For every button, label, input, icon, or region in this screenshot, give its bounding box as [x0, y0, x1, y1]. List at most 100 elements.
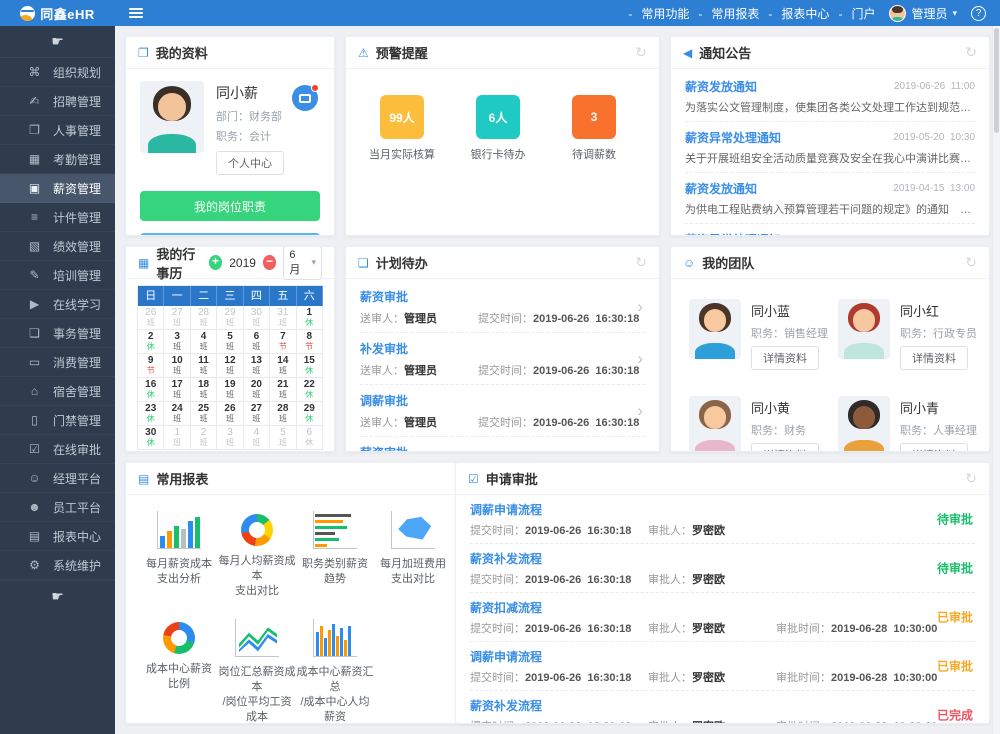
sidebar-item[interactable]: ▭ 消费管理 — [0, 348, 115, 377]
sidebar-item[interactable]: ▧ 绩效管理 — [0, 232, 115, 261]
report-shortcut[interactable]: 每月人均薪资成本 支出对比 — [218, 511, 296, 599]
refresh-icon[interactable]: ↻ — [965, 44, 977, 61]
personal-center-button[interactable]: 个人中心 — [216, 151, 284, 175]
notice-item[interactable]: 薪资异常处理通知 2019-02-21 11:00 要进一步加强供用电合同管理，… — [685, 224, 975, 235]
calendar-day-cell[interactable]: 23 休 — [138, 402, 164, 426]
alert-stat[interactable]: 99人 当月实际核算 — [366, 95, 438, 235]
member-detail-button[interactable]: 详情资料 — [751, 346, 819, 370]
calendar-day-cell[interactable]: 27 班 — [164, 306, 190, 330]
calendar-day-cell[interactable]: 30 班 — [244, 306, 270, 330]
refresh-icon[interactable]: ↻ — [635, 44, 647, 61]
calendar-day-cell[interactable]: 15 休 — [297, 354, 323, 378]
notice-title[interactable]: 薪资异常处理通知 — [685, 231, 781, 235]
calendar-day-cell[interactable]: 5 班 — [270, 426, 296, 450]
sidebar-item[interactable]: ⌘ 组织规划 — [0, 58, 115, 87]
calendar-day-cell[interactable]: 9 节 — [138, 354, 164, 378]
my-duty-button[interactable]: 我的岗位职责 — [140, 191, 320, 221]
report-shortcut[interactable]: 每月加班费用 支出对比 — [374, 511, 452, 599]
message-button[interactable] — [292, 85, 318, 111]
sidebar-item[interactable]: ✎ 培训管理 — [0, 261, 115, 290]
header-nav-link[interactable]: 门户 — [829, 5, 875, 22]
refresh-icon[interactable]: ↻ — [965, 470, 977, 487]
report-shortcut[interactable]: 职务类别薪资 趋势 — [296, 511, 374, 599]
calendar-day-cell[interactable]: 2 休 — [138, 330, 164, 354]
sidebar-item[interactable]: ▯ 门禁管理 — [0, 406, 115, 435]
calendar-day-cell[interactable]: 31 班 — [270, 306, 296, 330]
notice-item[interactable]: 薪资发放通知 2019-06-26 11:00 为落实公文管理制度，使集团各类公… — [685, 71, 975, 122]
sidebar-item[interactable]: ☻ 员工平台 — [0, 493, 115, 522]
report-shortcut[interactable]: 成本中心薪资汇总 /成本中心人均薪资 — [296, 619, 374, 723]
approval-title[interactable]: 调薪申请流程 — [470, 501, 975, 518]
sidebar-item[interactable]: ≡ 计件管理 — [0, 203, 115, 232]
approval-item[interactable]: 薪资扣减流程 提交时间：2019-06-26 16:30:18 审批人：罗密欧 … — [470, 593, 975, 642]
calendar-day-cell[interactable]: 28 班 — [191, 306, 217, 330]
notice-item[interactable]: 薪资异常处理通知 2019-05-20 10:30 关于开展班组安全活动质量竞赛… — [685, 122, 975, 173]
header-nav-link[interactable]: 报表中心 — [759, 5, 829, 22]
calendar-day-cell[interactable]: 3 班 — [217, 426, 243, 450]
report-shortcut[interactable]: 每月薪资成本 支出分析 — [140, 511, 218, 599]
sidebar-item[interactable]: ❐ 人事管理 — [0, 116, 115, 145]
calendar-day-cell[interactable]: 2 班 — [191, 426, 217, 450]
calendar-day-cell[interactable]: 12 班 — [217, 354, 243, 378]
calendar-day-cell[interactable]: 6 班 — [244, 330, 270, 354]
header-nav-link[interactable]: 常用功能 — [619, 5, 689, 22]
calendar-day-cell[interactable]: 14 班 — [270, 354, 296, 378]
calendar-day-cell[interactable]: 24 班 — [164, 402, 190, 426]
todo-title[interactable]: 薪资审批 — [360, 288, 645, 305]
chevron-right-icon[interactable]: › — [637, 401, 643, 421]
calendar-day-cell[interactable]: 11 班 — [191, 354, 217, 378]
calendar-day-cell[interactable]: 13 班 — [244, 354, 270, 378]
year-increment-button[interactable]: + — [209, 255, 222, 270]
calendar-day-cell[interactable]: 6 休 — [297, 426, 323, 450]
calendar-day-cell[interactable]: 1 休 — [297, 306, 323, 330]
calendar-day-cell[interactable]: 29 休 — [297, 402, 323, 426]
app-logo[interactable]: 同鑫eHR — [0, 4, 115, 23]
year-decrement-button[interactable]: − — [263, 255, 276, 270]
notice-item[interactable]: 薪资发放通知 2019-04-15 13:00 为供电工程贴费纳入预算管理若干问… — [685, 173, 975, 224]
calendar-day-cell[interactable]: 4 班 — [244, 426, 270, 450]
member-detail-button[interactable]: 详情资料 — [900, 346, 968, 370]
notice-title[interactable]: 薪资发放通知 — [685, 78, 757, 95]
header-nav-link[interactable]: 常用报表 — [689, 5, 759, 22]
my-workflow-button[interactable]: 我的工作流程 — [140, 233, 320, 235]
calendar-day-cell[interactable]: 25 班 — [191, 402, 217, 426]
sidebar-collapse-icon[interactable]: ☛ — [0, 26, 115, 58]
calendar-day-cell[interactable]: 5 班 — [217, 330, 243, 354]
user-menu[interactable]: 管理员 ▾ — [889, 5, 957, 22]
approval-title[interactable]: 调薪申请流程 — [470, 648, 975, 665]
todo-item[interactable]: 薪资审批 送审人：管理员 提交时间：2019-06-26 16:30:18 › — [360, 281, 645, 333]
sidebar-bottom-icon[interactable]: ☛ — [0, 580, 115, 612]
sidebar-item[interactable]: ⚙ 系统维护 — [0, 551, 115, 580]
sidebar-item[interactable]: ▣ 薪资管理 — [0, 174, 115, 203]
scrollbar-thumb[interactable] — [994, 28, 999, 133]
notice-title[interactable]: 薪资发放通知 — [685, 180, 757, 197]
report-shortcut[interactable]: 岗位汇总薪资成本 /岗位平均工资成本 — [218, 619, 296, 723]
calendar-day-cell[interactable]: 3 班 — [164, 330, 190, 354]
todo-item[interactable]: 调薪审批 送审人：管理员 提交时间：2019-06-26 16:30:18 › — [360, 385, 645, 437]
member-detail-button[interactable]: 详情资料 — [900, 443, 968, 451]
sidebar-item[interactable]: ☺ 经理平台 — [0, 464, 115, 493]
alert-stat[interactable]: 6人 银行卡待办 — [462, 95, 534, 235]
help-icon[interactable]: ? — [971, 6, 986, 21]
approval-title[interactable]: 薪资扣减流程 — [470, 599, 975, 616]
sidebar-item[interactable]: ⌂ 宿舍管理 — [0, 377, 115, 406]
calendar-day-cell[interactable]: 16 休 — [138, 378, 164, 402]
member-detail-button[interactable]: 详情资料 — [751, 443, 819, 451]
sidebar-item[interactable]: ▶ 在线学习 — [0, 290, 115, 319]
calendar-day-cell[interactable]: 20 班 — [244, 378, 270, 402]
todo-title[interactable]: 调薪审批 — [360, 392, 645, 409]
chevron-right-icon[interactable]: › — [637, 349, 643, 369]
sidebar-item[interactable]: ✍ 招聘管理 — [0, 87, 115, 116]
calendar-day-cell[interactable]: 7 节 — [270, 330, 296, 354]
report-shortcut[interactable]: 成本中心薪资 比例 — [140, 619, 218, 723]
calendar-day-cell[interactable]: 21 班 — [270, 378, 296, 402]
calendar-day-cell[interactable]: 30 休 — [138, 426, 164, 450]
approval-item[interactable]: 薪资补发流程 提交时间：2019-06-26 16:30:18 审批人：罗密欧 … — [470, 544, 975, 593]
approval-title[interactable]: 薪资补发流程 — [470, 550, 975, 567]
todo-item[interactable]: 薪资审批 送审人：管理员 提交时间：2019-06-26 16:30:18 › — [360, 437, 645, 451]
month-select[interactable]: 6月 ▾ — [283, 246, 322, 280]
alert-stat[interactable]: 3 待调薪数 — [558, 95, 630, 235]
chevron-right-icon[interactable]: › — [637, 297, 643, 317]
approval-title[interactable]: 薪资补发流程 — [470, 697, 975, 714]
calendar-day-cell[interactable]: 26 班 — [138, 306, 164, 330]
